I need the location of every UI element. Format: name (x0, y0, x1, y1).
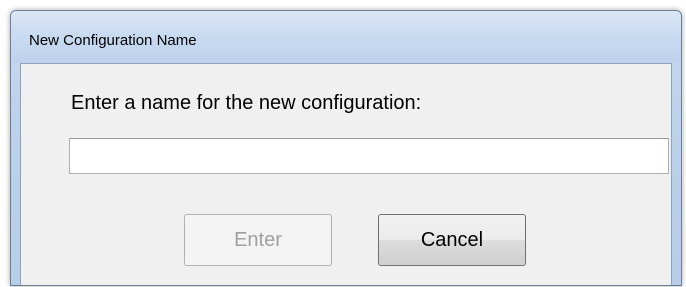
window-title: New Configuration Name (29, 32, 197, 49)
enter-button[interactable]: Enter (184, 214, 332, 266)
new-configuration-dialog: New Configuration Name Enter a name for … (10, 10, 682, 286)
dialog-body: Enter a name for the new configuration: … (20, 63, 672, 285)
title-bar[interactable]: New Configuration Name (11, 11, 681, 63)
prompt-label: Enter a name for the new configuration: (71, 92, 422, 114)
configuration-name-input[interactable] (69, 138, 669, 174)
cancel-button[interactable]: Cancel (378, 214, 526, 266)
